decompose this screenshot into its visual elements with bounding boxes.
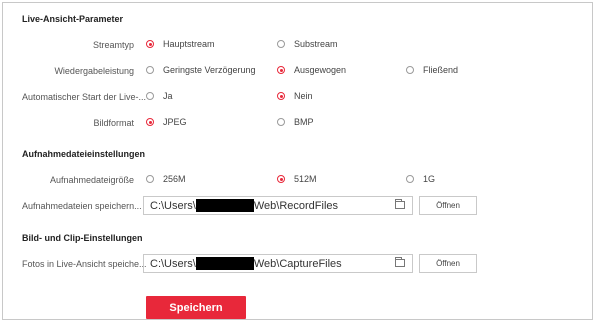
- playback-label: Wiedergabeleistung: [54, 66, 134, 76]
- radio-stream-sub[interactable]: Substream: [277, 39, 338, 49]
- radio-unselected-icon: [146, 175, 154, 183]
- radio-label: Fließend: [423, 65, 459, 75]
- radio-label: 1G: [423, 174, 436, 184]
- radio-label: Substream: [294, 39, 338, 49]
- path-suffix: Web\RecordFiles: [253, 199, 339, 212]
- redaction-block: [195, 199, 254, 212]
- radio-unselected-icon: [406, 66, 414, 74]
- radio-size-512m[interactable]: 512M: [277, 174, 317, 184]
- redaction-block: [195, 257, 254, 270]
- capture-path-label: Fotos in Live-Ansicht speiche...: [22, 259, 147, 269]
- record-size-label: Aufnahmedateigröße: [49, 175, 134, 185]
- radio-selected-icon: [277, 92, 285, 100]
- radio-label: Ja: [163, 91, 173, 101]
- radio-label: 256M: [163, 174, 186, 184]
- radio-label: Nein: [294, 91, 313, 101]
- radio-format-bmp[interactable]: BMP: [277, 117, 314, 127]
- radio-playback-balanced[interactable]: Ausgewogen: [277, 65, 346, 75]
- radio-unselected-icon: [277, 118, 285, 126]
- radio-selected-icon: [277, 66, 285, 74]
- image-format-label: Bildformat: [93, 118, 134, 128]
- radio-unselected-icon: [406, 175, 414, 183]
- section-title-live: Live-Ansicht-Parameter: [22, 14, 124, 24]
- radio-selected-icon: [277, 175, 285, 183]
- record-path-label: Aufnahmedateien speichern...: [22, 201, 142, 211]
- radio-selected-icon: [146, 40, 154, 48]
- path-prefix: C:\Users\: [150, 257, 196, 270]
- radio-label: Hauptstream: [163, 39, 215, 49]
- radio-playback-fluent[interactable]: Fließend: [406, 65, 458, 75]
- radio-unselected-icon: [277, 40, 285, 48]
- open-record-folder-button[interactable]: Öffnen: [419, 196, 477, 215]
- radio-playback-low-latency[interactable]: Geringste Verzögerung: [146, 65, 256, 75]
- radio-label: 512M: [294, 174, 317, 184]
- radio-selected-icon: [146, 118, 154, 126]
- radio-unselected-icon: [146, 92, 154, 100]
- save-button[interactable]: Speichern: [146, 296, 246, 319]
- radio-unselected-icon: [146, 66, 154, 74]
- stream-type-label: Streamtyp: [92, 40, 134, 50]
- radio-label: BMP: [294, 117, 314, 127]
- section-title-capture: Bild- und Clip-Einstellungen: [22, 233, 143, 243]
- record-path-input[interactable]: C:\Users\ Web\RecordFiles: [143, 196, 413, 215]
- radio-label: Ausgewogen: [294, 65, 347, 75]
- radio-label: Geringste Verzögerung: [163, 65, 256, 75]
- path-prefix: C:\Users\: [150, 199, 196, 212]
- radio-stream-main[interactable]: Hauptstream: [146, 39, 215, 49]
- folder-icon[interactable]: [395, 257, 405, 267]
- radio-format-jpeg[interactable]: JPEG: [146, 117, 187, 127]
- radio-size-1g[interactable]: 1G: [406, 174, 435, 184]
- open-capture-folder-button[interactable]: Öffnen: [419, 254, 477, 273]
- radio-autostart-yes[interactable]: Ja: [146, 91, 173, 101]
- path-suffix: Web\CaptureFiles: [253, 257, 342, 270]
- capture-path-input[interactable]: C:\Users\ Web\CaptureFiles: [143, 254, 413, 273]
- folder-icon[interactable]: [395, 199, 405, 209]
- autostart-label: Automatischer Start der Live-...: [22, 92, 147, 102]
- section-title-record: Aufnahmedateieinstellungen: [22, 149, 146, 159]
- radio-size-256m[interactable]: 256M: [146, 174, 186, 184]
- radio-label: JPEG: [163, 117, 187, 127]
- radio-autostart-no[interactable]: Nein: [277, 91, 313, 101]
